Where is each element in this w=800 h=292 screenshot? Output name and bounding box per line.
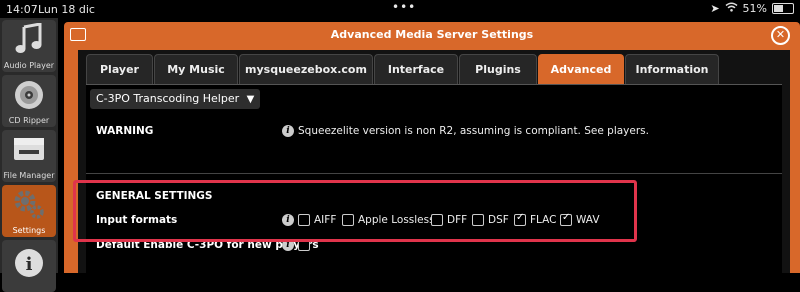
music-note-icon — [2, 22, 56, 57]
location-icon: ➤ — [710, 2, 720, 15]
window-title: Advanced Media Server Settings — [330, 28, 534, 41]
sidebar-item-cd-ripper[interactable]: CD Ripper — [2, 75, 56, 127]
info-icon[interactable]: i — [282, 125, 294, 137]
svg-text:i: i — [26, 254, 33, 275]
sidebar-item-label: Audio Player — [3, 61, 55, 70]
sidebar-item-audio-player[interactable]: Audio Player — [2, 20, 56, 72]
tab-mysqueezebox[interactable]: mysqueezebox.com — [239, 54, 373, 85]
highlight-box — [73, 180, 637, 242]
tab-plugins[interactable]: Plugins — [459, 54, 537, 85]
status-time: 14:07 — [6, 3, 38, 16]
status-indicators: ➤ 51% — [710, 2, 794, 15]
warning-label: WARNING — [96, 125, 154, 137]
warning-text: Squeezelite version is non R2, assuming … — [298, 125, 649, 137]
sidebar: Audio Player CD Ripper File Manager Sett… — [0, 18, 58, 292]
tab-player[interactable]: Player — [86, 54, 153, 85]
gears-icon — [2, 188, 56, 222]
battery-percent: 51% — [742, 2, 767, 15]
tab-my-music[interactable]: My Music — [154, 54, 238, 85]
battery-icon — [772, 3, 794, 14]
tab-advanced[interactable]: Advanced — [538, 54, 624, 85]
sidebar-item-file-manager[interactable]: File Manager — [2, 130, 56, 182]
triangle-down-icon: ▼ — [246, 94, 255, 105]
sidebar-item-settings[interactable]: Settings — [2, 185, 56, 237]
sidebar-item-label: Settings — [12, 226, 46, 235]
multitasking-dots-icon[interactable]: ••• — [392, 0, 416, 14]
sidebar-item-info[interactable]: i — [2, 240, 56, 292]
selected-page-value: C-3PO Transcoding Helper — [96, 92, 240, 105]
close-icon[interactable]: ✕ — [771, 26, 790, 45]
status-date: Lun 18 dic — [38, 3, 95, 16]
tab-interface[interactable]: Interface — [374, 54, 458, 85]
info-icon: i — [2, 243, 56, 277]
settings-content: C-3PO Transcoding Helper ▼ WARNING i Squ… — [86, 84, 782, 274]
drive-icon — [2, 133, 56, 167]
section-divider — [86, 173, 782, 174]
sidebar-item-label: File Manager — [3, 171, 55, 180]
tab-information[interactable]: Information — [625, 54, 719, 85]
sidebar-item-label: CD Ripper — [8, 116, 50, 125]
settings-page-select[interactable]: C-3PO Transcoding Helper ▼ — [90, 89, 261, 109]
cd-icon — [2, 78, 56, 112]
status-bar: 14:07 Lun 18 dic ••• ➤ 51% — [0, 0, 800, 18]
wifi-icon — [725, 2, 738, 15]
